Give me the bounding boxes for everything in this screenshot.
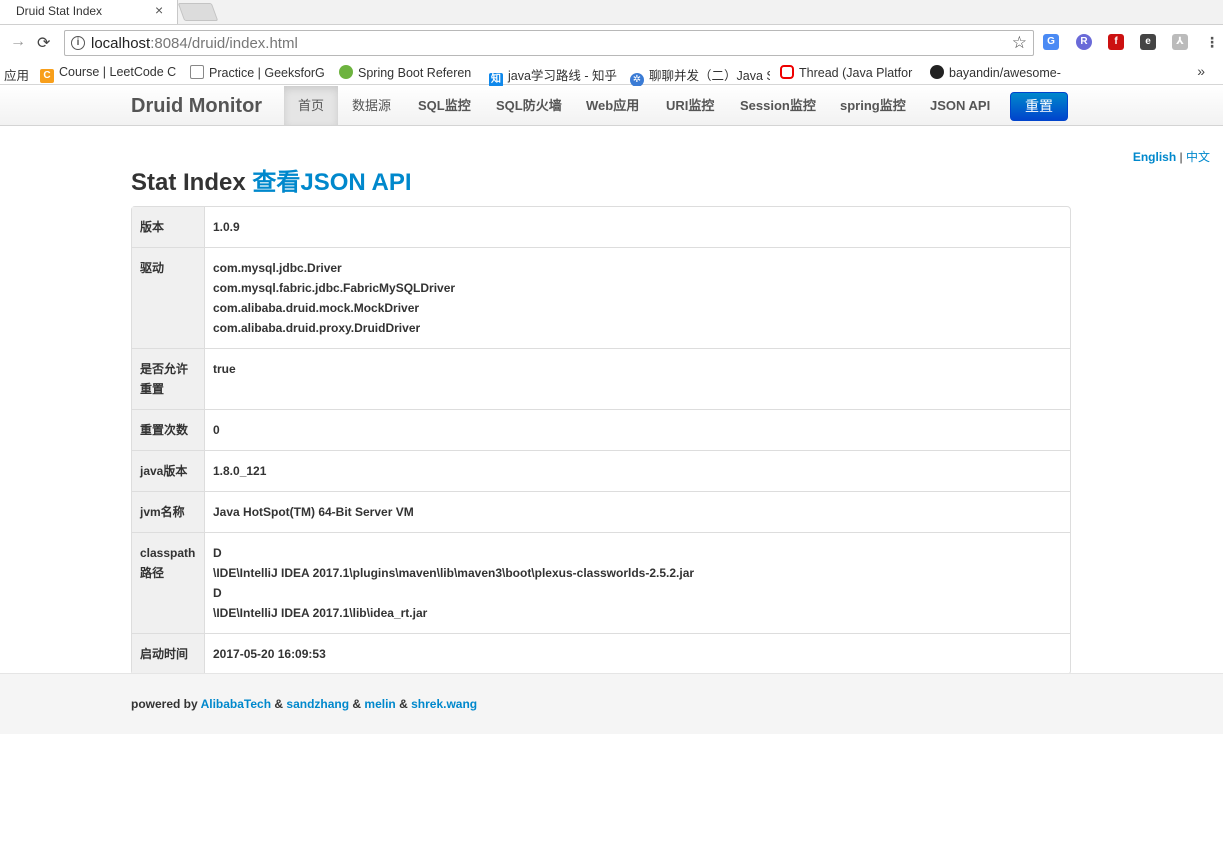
table-row: 启动时间 2017-05-20 16:09:53	[132, 633, 1070, 674]
github-icon	[930, 65, 944, 79]
flash-icon[interactable]: f	[1108, 34, 1124, 50]
row-value: 1.8.0_121	[205, 450, 1070, 491]
lang-english-link[interactable]: English	[1133, 150, 1176, 164]
bookmarks-bar: 应用 C Course | LeetCode C Practice | Geeks…	[0, 61, 1223, 87]
row-value: 0	[205, 409, 1070, 450]
bookmark-java-concurrency[interactable]: ✲ 聊聊并发（二）Java S	[630, 65, 770, 87]
footer-link-alibabatech[interactable]: AlibabaTech	[201, 697, 271, 711]
reset-button[interactable]: 重置	[1010, 92, 1068, 121]
footer-link-melin[interactable]: melin	[364, 697, 395, 711]
row-value: 1.0.9	[213, 220, 240, 234]
table-row: 版本 1.0.9	[132, 207, 1070, 247]
row-key-jvm-name: jvm名称	[132, 491, 205, 532]
url-text[interactable]: localhost:8084/druid/index.html	[91, 35, 298, 52]
nav-uri-monitor[interactable]: URI监控	[652, 86, 728, 125]
row-key-version: 版本	[132, 207, 205, 247]
bookmark-geeksforgeeks[interactable]: Practice | GeeksforG	[190, 65, 327, 80]
footer-link-sandzhang[interactable]: sandzhang	[286, 697, 349, 711]
table-row: java版本 1.8.0_121	[132, 450, 1070, 491]
bookmark-star-icon[interactable]: ☆	[1012, 33, 1027, 53]
language-switch: English | 中文	[1133, 148, 1210, 165]
bookmark-github[interactable]: bayandin/awesome-	[930, 65, 1067, 80]
extension-r-icon[interactable]: R	[1076, 34, 1092, 50]
table-row: jvm名称 Java HotSpot(TM) 64-Bit Server VM	[132, 491, 1070, 532]
row-value: D \IDE\IntelliJ IDEA 2017.1\plugins\mave…	[205, 532, 1070, 633]
browser-toolbar: → ⟳ i localhost:8084/druid/index.html ☆ …	[0, 24, 1223, 61]
row-key-reset-enabled: 是否允许重置	[132, 348, 205, 409]
nav-web-app[interactable]: Web应用	[572, 86, 653, 125]
new-tab-button[interactable]	[177, 3, 219, 21]
bookmark-spring[interactable]: Spring Boot Referen	[339, 65, 476, 80]
browser-tab[interactable]: Druid Stat Index ×	[0, 0, 178, 24]
nav-sql-monitor[interactable]: SQL监控	[404, 86, 485, 125]
nav-home[interactable]: 首页	[284, 86, 339, 125]
reload-icon[interactable]: ⟳	[37, 33, 50, 53]
bookmark-apps[interactable]: 应用	[4, 65, 29, 84]
page-footer: powered by AlibabaTech & sandzhang & mel…	[0, 673, 1223, 734]
translate-icon[interactable]: G	[1043, 34, 1059, 50]
tab-title: Druid Stat Index	[16, 4, 103, 18]
brand-logo[interactable]: Druid Monitor	[131, 95, 262, 118]
table-row: 是否允许重置 true	[132, 348, 1070, 409]
nav-session-monitor[interactable]: Session监控	[726, 86, 830, 125]
nav-sql-firewall[interactable]: SQL防火墙	[482, 86, 576, 125]
forward-icon[interactable]: →	[10, 33, 26, 51]
row-value: com.mysql.jdbc.Driver com.mysql.fabric.j…	[205, 247, 1070, 348]
table-row: classpath路径 D \IDE\IntelliJ IDEA 2017.1\…	[132, 532, 1070, 633]
row-value: true	[205, 348, 1070, 409]
oracle-icon	[780, 65, 794, 79]
nav-spring-monitor[interactable]: spring监控	[826, 86, 920, 125]
json-api-link[interactable]: 查看JSON API	[252, 169, 411, 196]
close-icon[interactable]: ×	[155, 2, 163, 18]
stat-table: 版本 1.0.9 驱动 com.mysql.jdbc.Driver com.my…	[131, 206, 1071, 675]
druid-navbar: Druid Monitor 首页 数据源 SQL监控 SQL防火墙 Web应用 …	[0, 86, 1223, 126]
row-key-reset-count: 重置次数	[132, 409, 205, 450]
leetcode-icon: C	[40, 69, 54, 83]
bookmark-zhihu[interactable]: 知 java学习路线 - 知乎	[489, 65, 621, 87]
footer-link-shrek-wang[interactable]: shrek.wang	[411, 697, 477, 711]
table-row: 驱动 com.mysql.jdbc.Driver com.mysql.fabri…	[132, 247, 1070, 348]
browser-tabstrip: Druid Stat Index ×	[0, 0, 1223, 24]
evernote-icon[interactable]: e	[1140, 34, 1156, 50]
nav-json-api[interactable]: JSON API	[916, 86, 1004, 125]
bookmark-leetcode[interactable]: C Course | LeetCode C	[40, 65, 177, 83]
row-value: 2017-05-20 16:09:53	[205, 633, 1070, 674]
nav-datasource[interactable]: 数据源	[338, 86, 405, 125]
spring-icon	[339, 65, 353, 79]
row-key-driver: 驱动	[132, 247, 205, 348]
gear-icon: ✲	[630, 73, 644, 87]
chevron-more-icon[interactable]: »	[1197, 63, 1205, 79]
row-value: Java HotSpot(TM) 64-Bit Server VM	[205, 491, 1070, 532]
address-bar[interactable]: i localhost:8084/druid/index.html ☆	[64, 30, 1034, 56]
row-key-java-version: java版本	[132, 450, 205, 491]
menu-icon[interactable]: ⋮	[1204, 34, 1220, 50]
page-icon	[190, 65, 204, 79]
info-icon[interactable]: i	[71, 36, 85, 50]
zhihu-icon: 知	[489, 73, 503, 87]
lang-separator: |	[1176, 150, 1186, 164]
table-row: 重置次数 0	[132, 409, 1070, 450]
bookmark-java-thread[interactable]: Thread (Java Platfor	[780, 65, 918, 80]
row-key-classpath: classpath路径	[132, 532, 205, 633]
footer-credits: powered by AlibabaTech & sandzhang & mel…	[131, 697, 478, 711]
lang-chinese-link[interactable]: 中文	[1186, 150, 1210, 164]
row-key-start-time: 启动时间	[132, 633, 205, 674]
page-title: Stat Index 查看JSON API	[131, 169, 412, 196]
pdf-icon[interactable]: ⅄	[1172, 34, 1188, 50]
